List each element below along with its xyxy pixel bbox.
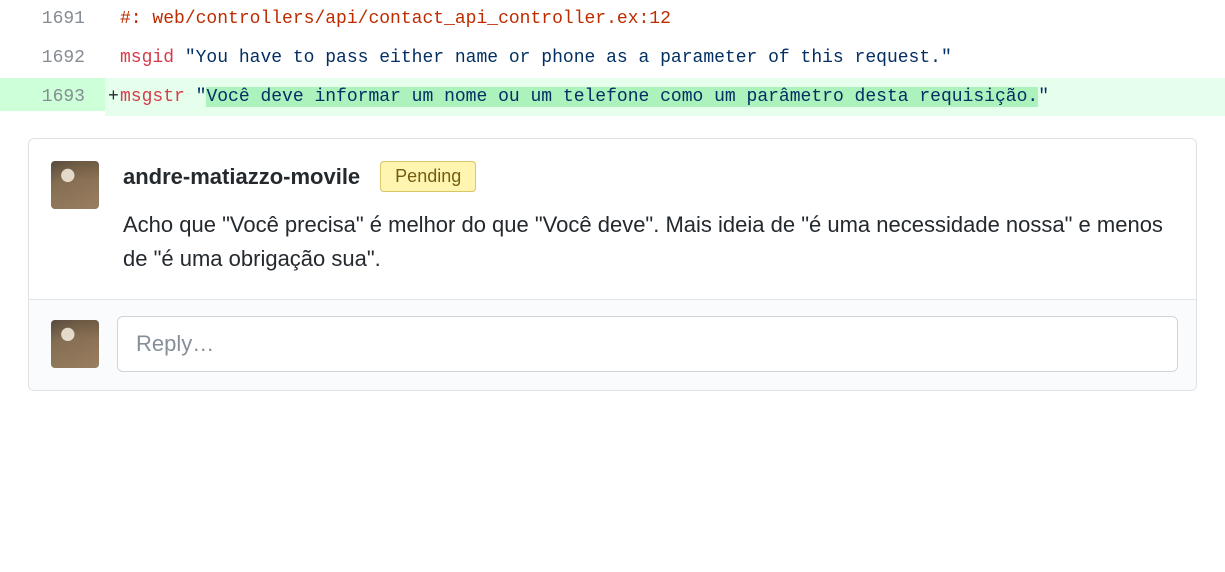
line-content: msgid "You have to pass either name or p…: [105, 39, 1225, 78]
comment-body: andre-matiazzo-movile Pending Acho que "…: [99, 161, 1174, 276]
line-number: 1692: [0, 39, 105, 73]
avatar[interactable]: [51, 320, 99, 368]
diff-line[interactable]: 1692 msgid "You have to pass either name…: [0, 39, 1225, 78]
comment-header: andre-matiazzo-movile Pending: [123, 161, 1174, 192]
comment-thread: andre-matiazzo-movile Pending Acho que "…: [28, 138, 1197, 390]
line-content: +msgstr "Você deve informar um nome ou u…: [105, 78, 1225, 117]
diff-line[interactable]: 1691 #: web/controllers/api/contact_api_…: [0, 0, 1225, 39]
diff-lines: 1691 #: web/controllers/api/contact_api_…: [0, 0, 1225, 116]
line-number: 1693: [0, 78, 105, 112]
comment: andre-matiazzo-movile Pending Acho que "…: [29, 139, 1196, 298]
line-content: #: web/controllers/api/contact_api_contr…: [105, 0, 1225, 39]
reply-input[interactable]: [117, 316, 1178, 372]
avatar[interactable]: [51, 161, 99, 209]
comment-text: Acho que "Você precisa" é melhor do que …: [123, 208, 1174, 276]
reply-row: [29, 300, 1196, 390]
line-number: 1691: [0, 0, 105, 34]
diff-container: 1691 #: web/controllers/api/contact_api_…: [0, 0, 1225, 391]
comment-author[interactable]: andre-matiazzo-movile: [123, 164, 360, 190]
diff-line[interactable]: 1693+msgstr "Você deve informar um nome …: [0, 78, 1225, 117]
status-badge: Pending: [380, 161, 476, 192]
